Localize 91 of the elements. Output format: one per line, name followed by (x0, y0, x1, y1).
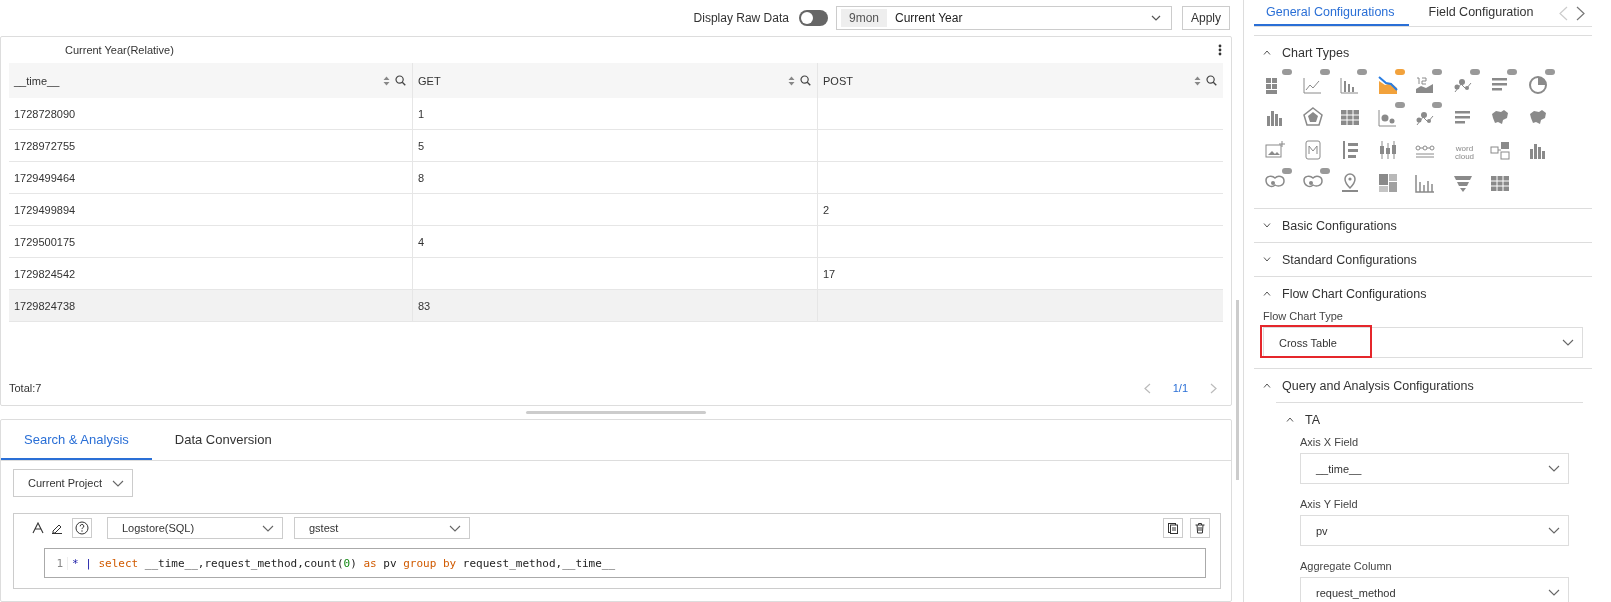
raw-data-toggle[interactable] (798, 10, 828, 26)
table-cell: 1729824738 (14, 299, 76, 312)
field-select[interactable]: __time__ (1300, 453, 1569, 484)
line-number: 1 (45, 556, 68, 570)
caret-icon (1562, 339, 1574, 346)
table-cell: 17 (823, 267, 836, 280)
table-cell: 83 (418, 299, 431, 312)
section-header[interactable]: Standard Configurations (1254, 243, 1592, 276)
column-header[interactable]: GET (413, 63, 818, 98)
flow-chart-type-select[interactable]: Cross Table (1263, 327, 1583, 358)
table-cell: 1729500175 (14, 235, 76, 248)
trash-icon (1194, 522, 1206, 534)
resize-handle[interactable] (526, 411, 706, 414)
column-header[interactable]: __time__ (9, 63, 413, 98)
caret-icon (262, 524, 274, 532)
field-select[interactable]: pv (1300, 515, 1569, 546)
section-header[interactable]: Basic Configurations (1254, 209, 1592, 242)
field-label: Flow Chart Type (1263, 310, 1344, 322)
field-label: Axis Y Field (1300, 498, 1359, 510)
caret-icon (1548, 589, 1560, 596)
sort-icon[interactable] (1194, 75, 1201, 86)
time-range-select[interactable]: 9mon Current Year (835, 6, 1172, 30)
caret-icon (1548, 527, 1560, 534)
table-row[interactable]: 1729499894 2 (9, 194, 1223, 226)
page-indicator: 1/1 (1172, 382, 1188, 394)
histogram-axis-chart-icon[interactable] (1414, 172, 1436, 194)
table-cell: 1729499894 (14, 203, 76, 216)
search-icon[interactable] (800, 75, 811, 86)
table-cell: 2 (823, 203, 830, 216)
previous-page-icon[interactable] (1143, 382, 1151, 394)
pie-chart-icon[interactable] (1526, 73, 1549, 95)
store-type-select[interactable]: Logstore(SQL) (107, 517, 283, 539)
next-tab-icon[interactable] (1576, 5, 1586, 21)
section-header[interactable]: Query and Analysis Configurations (1254, 369, 1592, 402)
caret-icon (1150, 15, 1161, 21)
next-page-icon[interactable] (1210, 382, 1217, 394)
radar-chart-icon[interactable] (1301, 106, 1324, 128)
area-chart-icon[interactable] (1376, 73, 1399, 95)
pen-icon[interactable] (51, 522, 63, 534)
settings-tab[interactable]: General Configurations (1254, 0, 1409, 26)
chart-title: Current Year(Relative) (65, 44, 174, 56)
help-icon[interactable] (72, 518, 92, 538)
table-row[interactable]: 1729500175 4 (9, 226, 1223, 258)
table-cell: 1728972755 (14, 139, 76, 152)
table-cell: 1729824542 (14, 267, 76, 280)
settings-tab[interactable]: Field Configuration (1416, 0, 1546, 26)
field-label: Axis X Field (1300, 436, 1360, 448)
table-row[interactable]: 1729824738 83 (9, 290, 1223, 322)
table-cell: 5 (418, 139, 425, 152)
field-label: Aggregate Column (1300, 560, 1393, 572)
pin-chart-icon[interactable] (1339, 172, 1361, 194)
caret-icon (449, 524, 461, 532)
query-code: * | select __time__,request_method,count(0) as pv group by request_method,__time__ (72, 556, 616, 570)
table-cell: 1728728090 (14, 107, 76, 120)
table-row[interactable]: 1728972755 5 (9, 130, 1223, 162)
apply-button[interactable]: Apply (1181, 6, 1230, 30)
table-cell: 1 (418, 107, 425, 120)
sort-icon[interactable] (788, 75, 795, 86)
section-header[interactable]: Flow Chart Configurations (1254, 277, 1592, 310)
wordcloud-chart-icon[interactable]: word cloud (1451, 145, 1478, 161)
project-select[interactable]: Current Project (13, 469, 133, 497)
group-header[interactable]: TA (1276, 403, 1583, 436)
caret-icon (112, 479, 124, 487)
scrollbar-thumb[interactable] (1236, 300, 1239, 480)
topology-chart-icon[interactable] (1489, 139, 1511, 161)
copy-button[interactable] (1163, 518, 1183, 538)
logstore-select[interactable]: gstest (294, 517, 470, 539)
section-header[interactable]: Chart Types (1254, 36, 1592, 69)
table-cell: 1729499464 (14, 171, 76, 184)
treemap-chart-icon[interactable] (1376, 172, 1399, 194)
table-row[interactable]: 1729499464 8 (9, 162, 1223, 194)
time-chip: 9mon (840, 9, 887, 27)
table-row[interactable]: 1728728090 1 (9, 98, 1223, 130)
sort-icon[interactable] (383, 75, 390, 86)
copy-icon (1167, 522, 1179, 534)
font-icon[interactable] (32, 522, 44, 534)
table-cell: 8 (418, 171, 425, 184)
field-select[interactable]: request_method (1300, 577, 1569, 602)
query-tab[interactable]: Data Conversion (151, 420, 295, 460)
more-icon[interactable] (1218, 44, 1222, 56)
image-chart-icon[interactable] (1264, 139, 1286, 161)
delete-button[interactable] (1190, 518, 1210, 538)
total-count: Total:7 (9, 382, 42, 394)
search-icon[interactable] (1206, 75, 1217, 86)
code-input[interactable]: 1 * | select __time__,request_method,count(0) as pv group by request_method,__time__ (44, 548, 1206, 578)
search-icon[interactable] (395, 75, 406, 86)
caret-icon (1548, 465, 1560, 472)
query-tab[interactable]: Search & Analysis (1, 420, 152, 460)
column-header[interactable]: POST (818, 63, 1223, 98)
table-cell: 4 (418, 235, 425, 248)
raw-data-label: Display Raw Data (693, 11, 789, 25)
